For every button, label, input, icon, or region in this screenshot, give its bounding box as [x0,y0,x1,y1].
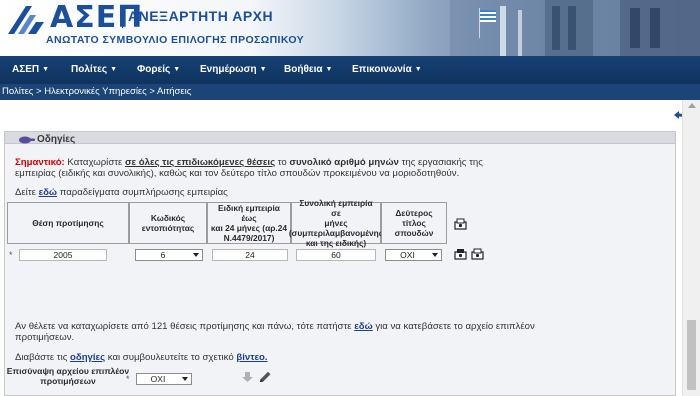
building-photo-decoration [450,0,700,56]
header-text: εντοπιότητας [141,223,195,233]
locality-code-select[interactable]: 6 [135,249,203,261]
nav-item-label: Βοήθεια [284,64,323,75]
header-second-degree: Δεύτερος τίτλος σπουδών [381,202,447,244]
footer-text: για να κατεβάσετε το αρχείο επιπλέον [372,321,535,332]
breadcrumb: Πολίτες > Ηλεκτρονικές Υπηρεσίες > Αιτήσ… [2,86,192,97]
special-experience-input[interactable]: 24 [212,249,288,261]
header-special-experience: Ειδική εμπειρία έως και 24 μήνες (αρ.24 Ν.… [207,202,291,244]
hand-pointer-icon [19,136,35,144]
chevron-down-icon: ▼ [110,66,118,73]
examples-link[interactable]: εδώ [39,187,57,198]
examples-line: Δείτε εδώ παραδείγματα συμπλήρωσης εμπει… [15,187,228,199]
header-text: μήνες [324,218,348,228]
attach-label-line: Επισύναψη αρχείου επιπλέον [6,366,130,376]
select-value: ΟΧΙ [150,374,166,384]
header-position: Θέση προτίμησης [7,202,129,244]
instructions-panel: Οδηγίες Σημαντικό: Καταχωρίστε σε όλες τ… [4,131,676,396]
header-text: σπουδών [394,228,434,238]
notice-text: της εργασιακής της [398,157,483,168]
nav-item-label: Ενημέρωση [200,64,257,75]
total-experience-input[interactable]: 60 [296,249,376,261]
panel-title: Οδηγίες [37,134,76,145]
notice-text: το [275,157,290,168]
pencil-edit-icon[interactable] [259,371,272,383]
examples-text: παραδείγματα συμπλήρωσης εμπειρίας [57,187,228,198]
dropdown-arrow-icon [182,377,188,381]
header-text: Θέση προτίμησης [32,218,104,228]
chevron-down-icon: ▼ [42,66,50,73]
attach-label-line: προτιμήσεων [40,376,96,386]
nav-item-bodies[interactable]: Φορείς ▼ [137,56,180,84]
header-text: Ν.4479/2017) [223,233,275,243]
examples-text: Δείτε [15,187,39,198]
footer-text: Διαβάστε τις [15,352,71,363]
notice-emphasis: σε όλες τις επιδιωκόμενες θέσεις [124,157,276,168]
header-total-experience: Συνολική εμπειρία σε μήνες (συμπεριλαμβανο… [288,198,384,248]
dropdown-arrow-icon [193,253,199,257]
second-degree-select[interactable]: ΟΧΙ [385,249,442,261]
dropdown-arrow-icon [432,253,438,257]
required-mark: * [9,250,13,260]
chevron-down-icon: ▼ [173,66,181,73]
notice-emphasis: συνολικό αριθμό μηνών [289,157,399,168]
header-text: Ειδική εμπειρία έως [218,203,280,223]
breadcrumb-bar: Πολίτες > Ηλεκτρονικές Υπηρεσίες > Αιτήσ… [0,84,700,100]
add-row-icon[interactable] [454,218,467,230]
header-text: και 24 μήνες (αρ.24 [210,223,288,233]
logo-divider [122,6,123,28]
header-text: Κωδικός [150,213,186,223]
instructions-link[interactable]: οδηγίες [70,352,105,363]
chevron-down-icon: ▼ [259,66,267,73]
nav-item-label: Πολίτες [71,64,108,75]
required-mark: * [126,374,130,384]
notice-text: Καταχωρίστε [64,157,125,168]
vertical-scrollbar[interactable] [682,100,700,396]
header-text: Συνολική εμπειρία σε [299,198,373,218]
position-input[interactable]: 2005 [19,249,107,261]
scroll-up-arrow-icon[interactable] [688,103,696,108]
nav-item-contact[interactable]: Επικοινωνία ▼ [352,56,422,84]
chevron-down-icon: ▼ [414,66,422,73]
header-locality-code: Κωδικός εντοπιότητας [129,202,207,244]
nav-item-news[interactable]: Ενημέρωση ▼ [200,56,267,84]
nav-item-help[interactable]: Βοήθεια ▼ [284,56,332,84]
video-link[interactable]: βίντεο. [236,352,267,363]
page: ΑΣΕΠ ΑΝΕΞΑΡΤΗΤΗ ΑΡΧΗ ΑΝΩΤΑΤΟ ΣΥΜΒΟΥΛΙΟ Ε… [0,0,700,396]
important-label: Σημαντικό: [15,157,65,168]
logo-independent-authority: ΑΝΕΞΑΡΤΗΤΗ ΑΡΧΗ [128,8,274,24]
add-row-icon[interactable] [471,248,484,260]
logo-subtitle: ΑΝΩΤΑΤΟ ΣΥΜΒΟΥΛΙΟ ΕΠΙΛΟΓΗΣ ΠΡΟΣΩΠΙΚΟΥ [46,34,305,46]
footer-text: και συμβουλευτείτε το σχετικό [105,352,237,363]
delete-row-icon[interactable] [454,248,467,260]
header-text: Δεύτερος τίτλος [395,208,433,228]
header-banner: ΑΣΕΠ ΑΝΕΞΑΡΤΗΤΗ ΑΡΧΗ ΑΝΩΤΑΤΟ ΣΥΜΒΟΥΛΙΟ Ε… [0,0,700,56]
header-text: (συμπεριλαμβανομένης [288,228,384,238]
select-value: 6 [160,250,166,260]
download-icon[interactable] [241,371,254,383]
chevron-down-icon: ▼ [325,66,333,73]
footer-text: Αν θέλετε να καταχωρίσετε από 121 θέσεις… [15,321,355,332]
asep-logo-icon [8,6,44,34]
extra-positions-line-2: προτιμήσεων. [15,332,75,343]
attach-file-select[interactable]: ΟΧΙ [136,373,192,385]
nav-item-label: Φορείς [137,64,171,75]
download-extra-file-link[interactable]: εδώ [354,321,372,332]
read-instructions-line: Διαβάστε τις οδηγίες και συμβουλευτείτε … [15,352,268,364]
nav-item-citizens[interactable]: Πολίτες ▼ [71,56,117,84]
important-notice-line-2: εμπειρίας (ειδικής και συνολικής), καθώς… [15,168,460,179]
header-text: και της ειδικής) [305,238,367,248]
main-navigation: ΑΣΕΠ ▼ Πολίτες ▼ Φορείς ▼ Ενημέρωση ▼ Βοήθει… [0,56,700,84]
extra-positions-line: Αν θέλετε να καταχωρίσετε από 121 θέσεις… [15,321,535,333]
scrollbar-thumb[interactable] [687,320,696,390]
attach-file-label: Επισύναψη αρχείου επιπλέον προτιμήσεων [5,366,131,386]
nav-item-asep[interactable]: ΑΣΕΠ ▼ [12,56,49,84]
nav-item-label: Επικοινωνία [352,64,412,75]
nav-item-label: ΑΣΕΠ [12,64,40,75]
select-value: ΟΧΙ [400,250,415,260]
panel-header [5,132,675,144]
